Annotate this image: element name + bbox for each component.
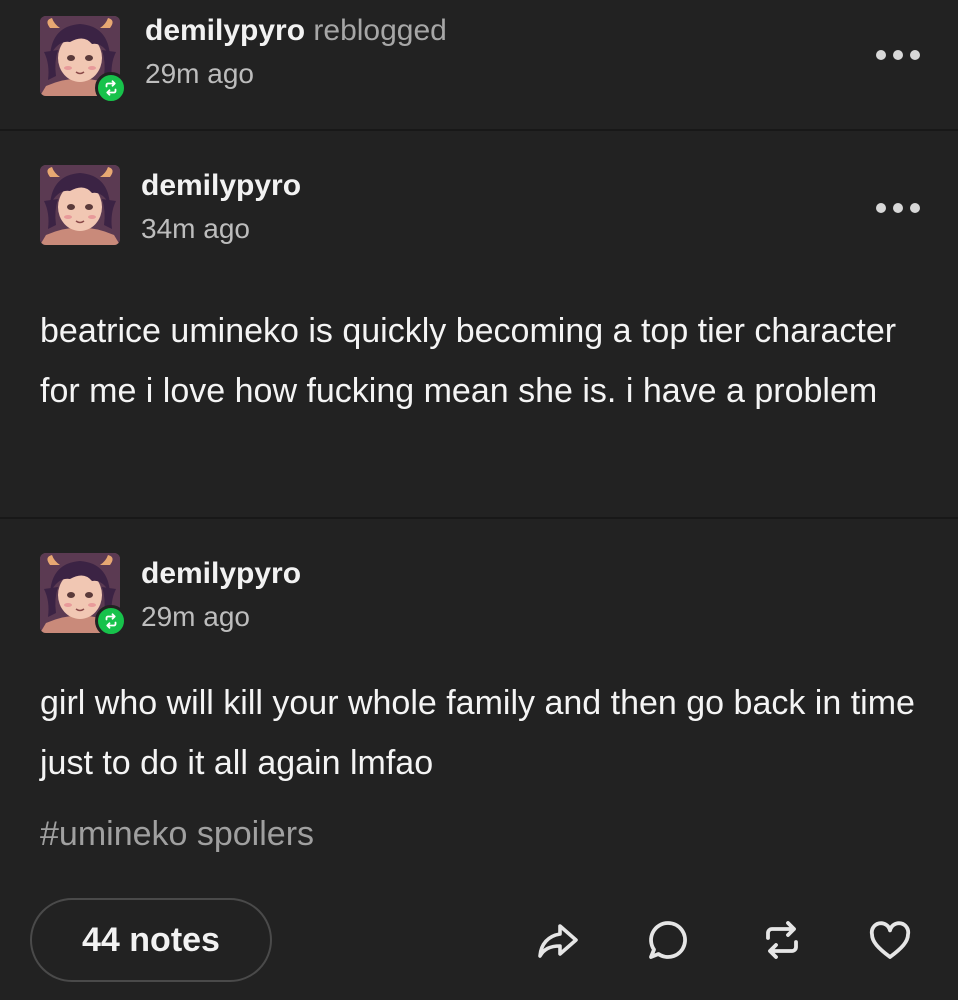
avatar[interactable] [40,165,120,245]
heart-icon[interactable] [864,914,916,966]
reblog-post: demilypyro 29m ago girl who will kill yo… [0,519,958,889]
reblog-badge-icon [95,72,127,104]
original-post: demilypyro 34m ago beatrice umineko is q… [0,131,958,517]
reblog-badge-icon [95,605,127,637]
reblogged-label: reblogged [313,14,447,47]
share-arrow-icon[interactable] [532,914,584,966]
post-body: beatrice umineko is quickly becoming a t… [40,312,897,410]
post-tag[interactable]: #umineko spoilers [40,815,314,854]
post-body: girl who will kill your whole family and… [40,684,915,782]
post-username[interactable]: demilypyro [141,169,301,203]
notes-button[interactable]: 44 notes [30,898,272,982]
more-options-icon[interactable] [876,201,920,215]
timestamp: 29m ago [145,58,254,89]
reblogger-username[interactable]: demilypyro reblogged [145,14,447,48]
more-options-icon[interactable] [876,48,920,62]
username-text[interactable]: demilypyro [145,14,305,47]
reblog-header: demilypyro reblogged 29m ago [0,0,958,130]
post-username[interactable]: demilypyro [141,557,301,591]
reblog-icon[interactable] [756,914,808,966]
timestamp: 34m ago [141,213,250,244]
timestamp: 29m ago [141,601,250,632]
comment-bubble-icon[interactable] [642,914,694,966]
